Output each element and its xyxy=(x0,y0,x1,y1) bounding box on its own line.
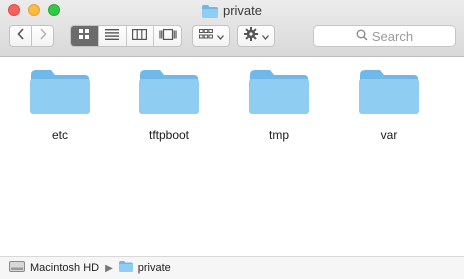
action-menu-button[interactable] xyxy=(237,25,275,47)
path-item-label: Macintosh HD xyxy=(30,262,100,274)
icon-grid-icon xyxy=(78,27,90,45)
chevron-left-icon xyxy=(16,27,25,45)
folder-icon xyxy=(358,70,420,119)
path-item-private[interactable]: private xyxy=(118,261,171,275)
toolbar: private Search xyxy=(0,0,464,57)
folder-name: var xyxy=(380,128,398,142)
list-view-button[interactable] xyxy=(99,26,127,46)
file-area: etc tftpboot tmp var xyxy=(0,57,464,256)
search-placeholder: Search xyxy=(371,28,414,44)
path-bar: Macintosh HD ▶ private xyxy=(0,256,464,279)
forward-button[interactable] xyxy=(31,25,54,47)
folder-icon xyxy=(201,5,218,22)
folder-item-etc[interactable]: etc xyxy=(15,69,105,142)
arrange-button[interactable] xyxy=(192,25,230,47)
gallery-view-button[interactable] xyxy=(154,26,181,46)
hard-drive-icon xyxy=(9,261,25,275)
arrange-grid-icon xyxy=(198,27,213,45)
chevron-down-icon xyxy=(216,27,224,45)
window-title: private xyxy=(0,3,464,22)
column-view-button[interactable] xyxy=(127,26,155,46)
folder-icon xyxy=(248,70,310,119)
path-item-macintosh-hd[interactable]: Macintosh HD xyxy=(9,261,99,275)
icon-view-button[interactable] xyxy=(71,26,99,46)
folder-item-var[interactable]: var xyxy=(344,69,434,142)
columns-icon xyxy=(132,27,148,45)
chevron-right-icon xyxy=(39,27,47,45)
search-icon xyxy=(356,29,368,44)
finder-window: private Search etc tftpboot tmp var Maci… xyxy=(0,0,464,279)
chevron-right-icon: ▶ xyxy=(105,262,113,274)
folder-name: etc xyxy=(51,128,68,142)
gear-icon xyxy=(243,26,258,46)
folder-name: tmp xyxy=(268,128,289,142)
gallery-icon xyxy=(159,27,177,45)
folder-item-tmp[interactable]: tmp xyxy=(234,69,324,142)
folder-name: tftpboot xyxy=(148,128,190,142)
search-field[interactable]: Search xyxy=(313,25,456,47)
path-item-label: private xyxy=(137,262,171,274)
folder-item-tftpboot[interactable]: tftpboot xyxy=(124,69,214,142)
folder-icon xyxy=(118,261,133,275)
window-title-text: private xyxy=(222,3,263,18)
view-mode-selector xyxy=(70,25,182,47)
back-button[interactable] xyxy=(9,25,32,47)
folder-icon xyxy=(29,70,91,119)
chevron-down-icon xyxy=(261,27,269,45)
list-lines-icon xyxy=(105,27,120,45)
folder-icon xyxy=(138,70,200,119)
